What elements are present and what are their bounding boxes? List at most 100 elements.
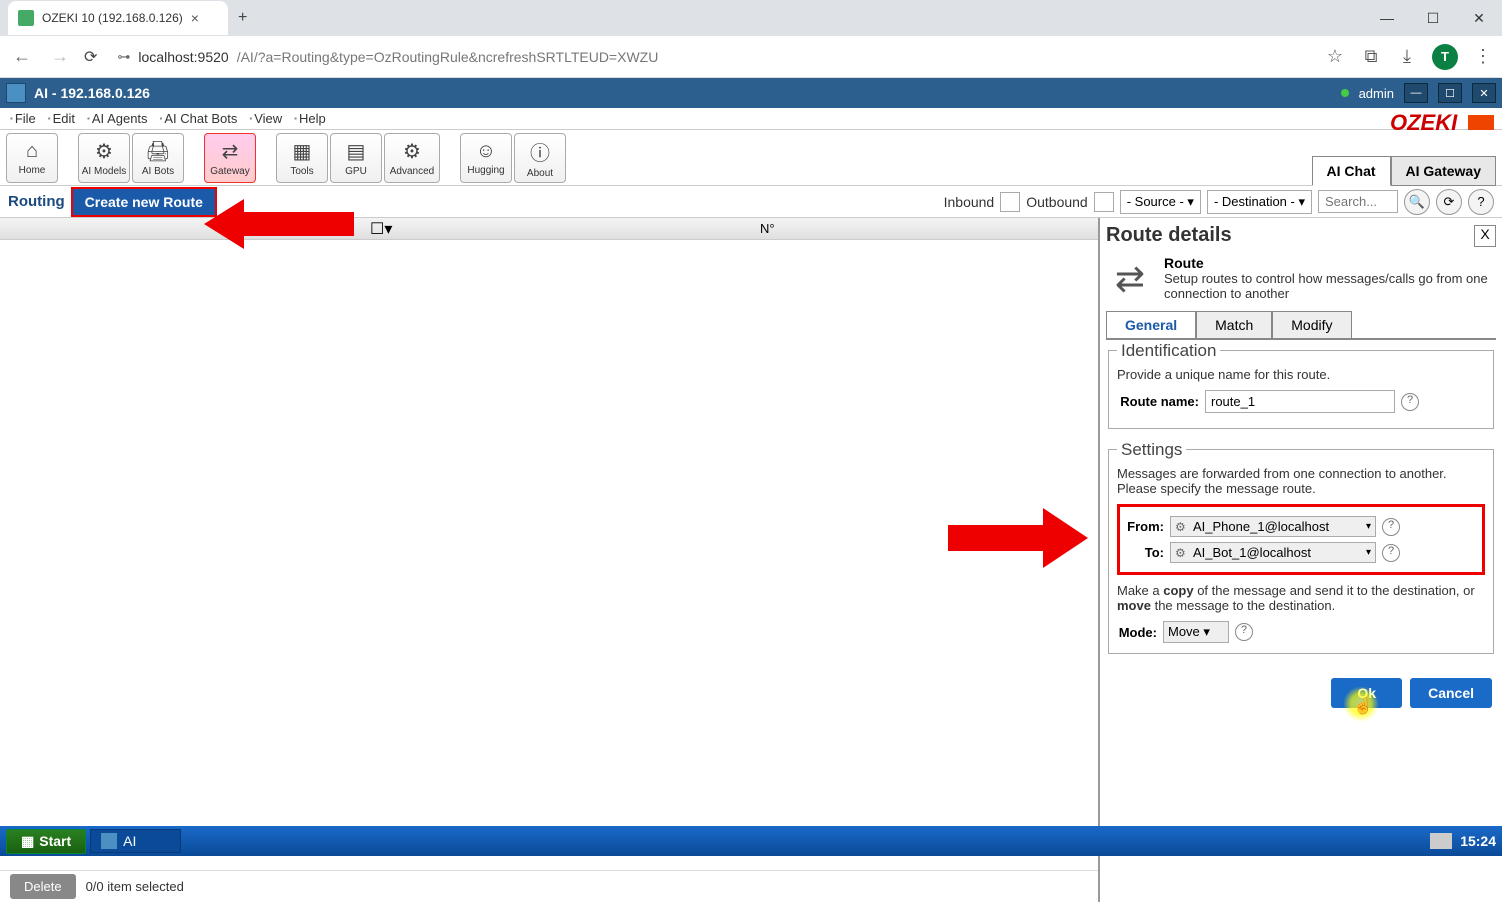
highlighted-routing: From: ⚙ AI_Phone_1@localhost ▾ ? To: ⚙ A… — [1117, 504, 1485, 575]
tb-ai-models[interactable]: ⚙AI Models — [78, 133, 130, 183]
favicon — [18, 10, 34, 26]
window-close-icon[interactable]: ✕ — [1456, 0, 1502, 36]
new-tab-button[interactable]: + — [238, 9, 247, 27]
from-label: From: — [1124, 519, 1164, 534]
help-button[interactable]: ? — [1468, 189, 1494, 215]
app-icon — [101, 833, 117, 849]
outbound-checkbox[interactable] — [1094, 192, 1114, 212]
ok-button[interactable]: Ok ☝ — [1331, 678, 1402, 708]
site-info-icon[interactable]: ⊶ — [117, 49, 130, 65]
bookmark-icon[interactable]: ☆ — [1324, 46, 1346, 68]
menu-ai-agents[interactable]: ▪AI Agents — [81, 111, 154, 126]
menu-help[interactable]: ▪Help — [288, 111, 332, 126]
clock[interactable]: 15:24 — [1460, 833, 1496, 849]
gpu-icon: ▤ — [347, 139, 366, 164]
gear-icon: ⚙ — [95, 139, 113, 164]
status-indicator-icon — [1341, 89, 1349, 97]
outbound-label: Outbound — [1026, 194, 1088, 210]
inbound-checkbox[interactable] — [1000, 192, 1020, 212]
route-details-panel: Route details X ⇄ Route Setup routes to … — [1098, 218, 1502, 902]
create-route-button[interactable]: Create new Route — [71, 187, 217, 217]
keyboard-icon[interactable] — [1430, 833, 1452, 849]
help-icon[interactable]: ? — [1401, 393, 1419, 411]
mode-select[interactable]: Move ▾ — [1163, 621, 1229, 643]
from-select[interactable]: ⚙ AI_Phone_1@localhost ▾ — [1170, 516, 1376, 537]
menu-view[interactable]: ▪View — [243, 111, 288, 126]
refresh-button[interactable]: ⟳ — [1436, 189, 1462, 215]
tab-close-icon[interactable]: × — [191, 10, 199, 26]
home-icon: ⌂ — [26, 140, 38, 163]
address-bar: ← → ⟳ ⊶ localhost:9520/AI/?a=Routing&typ… — [0, 36, 1502, 78]
status-bar: Delete 0/0 item selected — [0, 870, 1098, 902]
tb-tools[interactable]: ▦Tools — [276, 133, 328, 183]
user-label[interactable]: admin — [1359, 86, 1394, 101]
tb-about[interactable]: ⓘAbout — [514, 133, 566, 183]
info-icon: ⓘ — [530, 137, 550, 166]
column-selector[interactable]: ☐▾ — [370, 219, 392, 239]
hugging-icon: ☺ — [476, 140, 496, 163]
browser-tab[interactable]: OZEKI 10 (192.168.0.126) × — [8, 1, 228, 35]
cancel-button[interactable]: Cancel — [1410, 678, 1492, 708]
identification-legend: Identification — [1117, 341, 1220, 361]
help-icon[interactable]: ? — [1382, 518, 1400, 536]
help-icon[interactable]: ? — [1235, 623, 1253, 641]
mode-description: Make a copy of the message and send it t… — [1117, 583, 1485, 613]
menu-edit[interactable]: ▪Edit — [42, 111, 81, 126]
search-button[interactable]: 🔍 — [1404, 189, 1430, 215]
app-close-icon[interactable]: ✕ — [1472, 83, 1496, 103]
route-name-input[interactable] — [1205, 390, 1395, 413]
back-button[interactable]: ← — [8, 46, 36, 67]
panel-title: Route details — [1106, 224, 1474, 247]
start-icon: ▦ — [21, 833, 34, 850]
window-maximize-icon[interactable]: ☐ — [1410, 0, 1456, 36]
to-label: To: — [1124, 545, 1164, 560]
downloads-icon[interactable]: ⤓ — [1396, 46, 1418, 68]
inbound-label: Inbound — [944, 194, 995, 210]
taskbar-item-ai[interactable]: AI — [90, 829, 181, 853]
search-input[interactable] — [1318, 190, 1398, 213]
source-select[interactable]: - Source - ▾ — [1120, 190, 1201, 214]
routing-label: Routing — [8, 193, 65, 210]
printer-icon: 🖨 — [145, 139, 170, 164]
tb-advanced[interactable]: ⚙Advanced — [384, 133, 440, 183]
route-description: Setup routes to control how messages/cal… — [1164, 271, 1496, 301]
tb-gateway[interactable]: ⇄Gateway — [204, 133, 256, 183]
ptab-general[interactable]: General — [1106, 311, 1196, 338]
tab-ai-chat[interactable]: AI Chat — [1312, 156, 1391, 186]
routes-list: ☐▾ N° Delete 0/0 item selected — [0, 218, 1098, 902]
url-input[interactable]: ⊶ localhost:9520/AI/?a=Routing&type=OzRo… — [107, 43, 1314, 71]
tb-home[interactable]: ⌂Home — [6, 133, 58, 183]
column-no[interactable]: N° — [760, 221, 775, 236]
ptab-modify[interactable]: Modify — [1272, 311, 1351, 338]
advanced-icon: ⚙ — [403, 139, 421, 164]
selection-count: 0/0 item selected — [86, 879, 184, 894]
start-button[interactable]: ▦Start — [6, 829, 86, 854]
profile-avatar[interactable]: T — [1432, 44, 1458, 70]
tb-ai-bots[interactable]: 🖨AI Bots — [132, 133, 184, 183]
help-icon[interactable]: ? — [1382, 544, 1400, 562]
ptab-match[interactable]: Match — [1196, 311, 1272, 338]
tb-hugging[interactable]: ☺Hugging — [460, 133, 512, 183]
delete-button[interactable]: Delete — [10, 874, 76, 899]
route-icon: ⇄ — [1106, 255, 1154, 303]
settings-fieldset: Settings Messages are forwarded from one… — [1108, 449, 1494, 654]
toolbar: ⌂Home ⚙AI Models 🖨AI Bots ⇄Gateway ▦Tool… — [0, 130, 1502, 186]
gear-icon: ⚙ — [1175, 520, 1189, 534]
menu-icon[interactable]: ⋮ — [1472, 46, 1494, 68]
forward-button[interactable]: → — [46, 46, 74, 67]
annotation-arrow-1 — [204, 194, 354, 254]
extensions-icon[interactable]: ⧉ — [1360, 46, 1382, 68]
taskbar: ▦Start AI 15:24 — [0, 826, 1502, 856]
window-minimize-icon[interactable]: — — [1364, 0, 1410, 36]
tab-ai-gateway[interactable]: AI Gateway — [1391, 156, 1496, 186]
menu-ai-chat-bots[interactable]: ▪AI Chat Bots — [154, 111, 244, 126]
panel-close-button[interactable]: X — [1474, 225, 1496, 247]
destination-select[interactable]: - Destination - ▾ — [1207, 190, 1312, 214]
reload-button[interactable]: ⟳ — [84, 47, 97, 67]
tb-gpu[interactable]: ▤GPU — [330, 133, 382, 183]
menu-file[interactable]: ▪File — [4, 111, 42, 126]
menu-bar: ▪File ▪Edit ▪AI Agents ▪AI Chat Bots ▪Vi… — [0, 108, 1502, 130]
app-maximize-icon[interactable]: ☐ — [1438, 83, 1462, 103]
to-select[interactable]: ⚙ AI_Bot_1@localhost ▾ — [1170, 542, 1376, 563]
app-minimize-icon[interactable]: — — [1404, 83, 1428, 103]
